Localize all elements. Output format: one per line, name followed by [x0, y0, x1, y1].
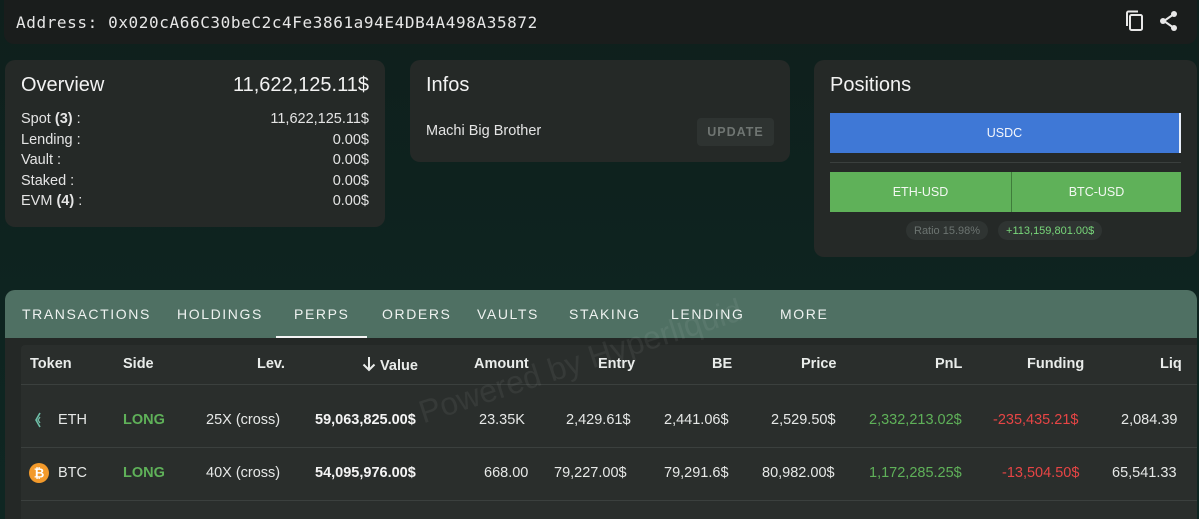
- overview-row-label: Vault :: [21, 152, 62, 169]
- count-badge: (3): [54, 111, 73, 128]
- perps-table: Token Side Lev. Value Amount Entry BE Pr…: [21, 345, 1197, 519]
- overview-row-label: Lending :: [21, 131, 81, 148]
- overview-row-staked: Staked : 0.00$: [21, 171, 369, 192]
- table-row[interactable]: ₿ BTC LONG 40X (cross) 54,095,976.00$ 66…: [21, 448, 1197, 501]
- pnl-value: 1,172,285.25$: [869, 465, 962, 481]
- liquidation-price: 2,084.39: [1121, 412, 1178, 428]
- header-entry[interactable]: Entry: [598, 356, 635, 372]
- ratio-chip: Ratio 15.98%: [906, 221, 989, 240]
- infos-title: Infos: [426, 74, 470, 96]
- label-text: Spot: [21, 111, 51, 128]
- overview-row-spot: Spot (3) : 11,622,125.11$: [21, 109, 369, 130]
- overview-row-value: 0.00$: [332, 152, 369, 169]
- infos-card: Infos Machi Big Brother UPDATE: [410, 60, 790, 162]
- tab-more[interactable]: MORE: [780, 290, 828, 338]
- break-even-price: 79,291.6$: [664, 465, 729, 481]
- label-text: EVM: [21, 193, 53, 210]
- update-button[interactable]: UPDATE: [697, 118, 774, 146]
- position-amount: 23.35K: [479, 412, 525, 428]
- overview-row-lending: Lending : 0.00$: [21, 130, 369, 151]
- details-panel: TRANSACTIONS HOLDINGS PERPS ORDERS VAULT…: [5, 290, 1197, 519]
- mark-price: 80,982.00$: [762, 465, 835, 481]
- tab-perps[interactable]: PERPS: [275, 290, 369, 338]
- funding-value: -235,435.21$: [993, 412, 1079, 428]
- label-suffix: :: [72, 111, 81, 128]
- side-badge: LONG: [123, 412, 165, 428]
- pnl-value: 2,332,213.02$: [869, 412, 962, 428]
- side-badge: LONG: [123, 465, 165, 481]
- copy-icon[interactable]: [1123, 9, 1147, 33]
- positions-title: Positions: [830, 74, 912, 96]
- overview-row-evm: EVM (4) : 0.00$: [21, 191, 369, 212]
- tab-vaults[interactable]: VAULTS: [477, 290, 539, 338]
- wallet-label: Machi Big Brother: [426, 123, 542, 139]
- overview-row-value: 11,622,125.11$: [270, 111, 369, 128]
- share-icon[interactable]: [1157, 9, 1181, 33]
- position-amount: 668.00: [484, 465, 529, 481]
- positions-chips: Ratio 15.98% +113,159,801.00$: [906, 221, 1103, 240]
- header-funding[interactable]: Funding: [1027, 356, 1084, 372]
- token-name: BTC: [58, 465, 87, 481]
- usdc-position-bar[interactable]: USDC: [830, 113, 1181, 153]
- header-value[interactable]: Value: [362, 356, 418, 374]
- overview-row-vault: Vault : 0.00$: [21, 150, 369, 171]
- tab-lending[interactable]: LENDING: [671, 290, 744, 338]
- perp-position-bars: ETH-USD BTC-USD: [830, 172, 1181, 212]
- position-value: 59,063,825.00$: [315, 412, 416, 428]
- overview-row-label: Spot (3) :: [21, 111, 81, 127]
- overview-row-value: 0.00$: [332, 172, 369, 189]
- overview-row-label: EVM (4) :: [21, 193, 82, 209]
- tab-transactions[interactable]: TRANSACTIONS: [22, 290, 151, 338]
- overview-row-label: Staked :: [21, 172, 75, 189]
- header-value-label: Value: [380, 358, 418, 374]
- overview-row-value: 0.00$: [332, 131, 369, 148]
- header-be[interactable]: BE: [712, 356, 732, 372]
- overview-rows: Spot (3) : 11,622,125.11$ Lending : 0.00…: [21, 109, 369, 212]
- entry-price: 79,227.00$: [554, 465, 627, 481]
- btc-token-icon: ₿: [29, 463, 49, 487]
- liquidation-price: 65,541.33: [1112, 465, 1177, 481]
- leverage: 25X (cross): [206, 412, 281, 428]
- tab-holdings[interactable]: HOLDINGS: [177, 290, 263, 338]
- table-header: Token Side Lev. Value Amount Entry BE Pr…: [21, 345, 1197, 385]
- tab-orders[interactable]: ORDERS: [382, 290, 452, 338]
- label-suffix: :: [74, 193, 83, 210]
- funding-value: -13,504.50$: [1002, 465, 1080, 481]
- header-amount[interactable]: Amount: [474, 356, 529, 372]
- header-pnl[interactable]: PnL: [935, 356, 962, 372]
- overview-total: 11,622,125.11$: [232, 74, 369, 96]
- header-side[interactable]: Side: [123, 356, 154, 372]
- break-even-price: 2,441.06$: [664, 412, 729, 428]
- overview-row-value: 0.00$: [332, 193, 369, 210]
- eth-token-icon: [34, 412, 44, 432]
- sort-down-icon: [362, 357, 376, 372]
- overview-card: Overview 11,622,125.11$ Spot (3) : 11,62…: [5, 60, 385, 227]
- count-badge: (4): [56, 193, 75, 210]
- header-price[interactable]: Price: [801, 356, 836, 372]
- overview-title: Overview: [21, 74, 105, 96]
- wallet-address: Address: 0x020cA66C30beC2c4Fe3861a94E4DB…: [16, 12, 538, 32]
- position-value: 54,095,976.00$: [315, 465, 416, 481]
- address-actions: [1123, 9, 1181, 33]
- positions-divider: [830, 162, 1181, 163]
- btc-usd-position-bar[interactable]: BTC-USD: [1012, 172, 1181, 212]
- pnl-chip: +113,159,801.00$: [998, 221, 1103, 240]
- tab-staking[interactable]: STAKING: [569, 290, 641, 338]
- header-lev[interactable]: Lev.: [257, 356, 285, 372]
- header-token[interactable]: Token: [30, 356, 72, 372]
- mark-price: 2,529.50$: [771, 412, 836, 428]
- entry-price: 2,429.61$: [566, 412, 631, 428]
- eth-usd-position-bar[interactable]: ETH-USD: [830, 172, 1012, 212]
- address-bar: Address: 0x020cA66C30beC2c4Fe3861a94E4DB…: [4, 0, 1197, 44]
- table-row[interactable]: ETH LONG 25X (cross) 59,063,825.00$ 23.3…: [21, 395, 1197, 448]
- svg-text:₿: ₿: [34, 467, 45, 482]
- header-liq[interactable]: Liq: [1160, 356, 1182, 372]
- leverage: 40X (cross): [206, 465, 281, 481]
- token-name: ETH: [58, 412, 87, 428]
- tab-bar: TRANSACTIONS HOLDINGS PERPS ORDERS VAULT…: [5, 290, 1197, 338]
- positions-card: Positions USDC ETH-USD BTC-USD Ratio 15.…: [814, 60, 1197, 257]
